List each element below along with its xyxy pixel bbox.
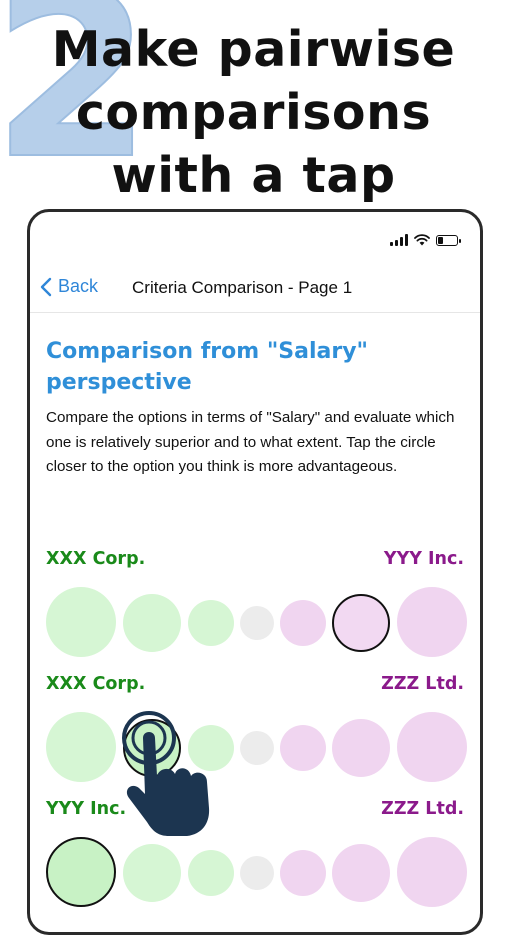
signal-icon [390, 234, 408, 246]
scale-circle-right-strong[interactable] [397, 712, 467, 782]
headline-line-1: Make pairwise [51, 21, 456, 78]
section-title: Comparison from "Salary" perspective [46, 339, 369, 395]
scale-circle-left-strong-selected[interactable] [46, 837, 116, 907]
scale-circle-left-medium[interactable] [123, 844, 181, 902]
headline-line-2: comparisons [75, 84, 432, 141]
scale-circle-right-medium-selected[interactable] [332, 594, 390, 652]
scale-circle-left-strong[interactable] [46, 712, 116, 782]
phone-frame: Back Criteria Comparison - Page 1 Compar… [27, 209, 483, 935]
scale-circle-left-weak[interactable] [188, 850, 234, 896]
scale-circle-neutral[interactable] [240, 856, 274, 890]
scale-circle-left-medium[interactable] [123, 594, 181, 652]
wifi-icon [414, 234, 430, 246]
battery-icon [436, 234, 461, 246]
right-option-label: ZZZ Ltd. [381, 799, 464, 819]
pointing-hand-icon [122, 711, 210, 836]
scale-circle-neutral[interactable] [240, 606, 274, 640]
scale-circle-right-strong[interactable] [397, 587, 467, 657]
left-option-label: XXX Corp. [46, 674, 146, 694]
right-option-label: YYY Inc. [383, 549, 464, 569]
back-label: Back [58, 276, 99, 296]
comparison-scale [30, 837, 480, 907]
comparison-scale [30, 712, 480, 782]
description: Compare the options in terms of "Salary"… [46, 409, 455, 475]
page-title: Criteria Comparison - Page 1 [132, 278, 353, 297]
status-bar [390, 234, 461, 246]
comparison-scale [30, 587, 480, 657]
scale-circle-right-medium[interactable] [332, 844, 390, 902]
chevron-left-icon [40, 277, 52, 296]
headline: Make pairwise comparisons with a tap [0, 18, 507, 207]
scale-circle-neutral[interactable] [240, 731, 274, 765]
scale-circle-right-weak[interactable] [280, 600, 326, 646]
back-button[interactable]: Back [40, 276, 98, 297]
scale-circle-right-strong[interactable] [397, 837, 467, 907]
scale-circle-right-weak[interactable] [280, 850, 326, 896]
left-option-label: XXX Corp. [46, 549, 146, 569]
scale-circle-right-medium[interactable] [332, 719, 390, 777]
scale-circle-left-weak[interactable] [188, 600, 234, 646]
scale-circle-left-strong[interactable] [46, 587, 116, 657]
headline-line-3: with a tap [111, 147, 396, 204]
right-option-label: ZZZ Ltd. [381, 674, 464, 694]
scale-circle-right-weak[interactable] [280, 725, 326, 771]
navigation-bar: Back Criteria Comparison - Page 1 [30, 264, 480, 313]
